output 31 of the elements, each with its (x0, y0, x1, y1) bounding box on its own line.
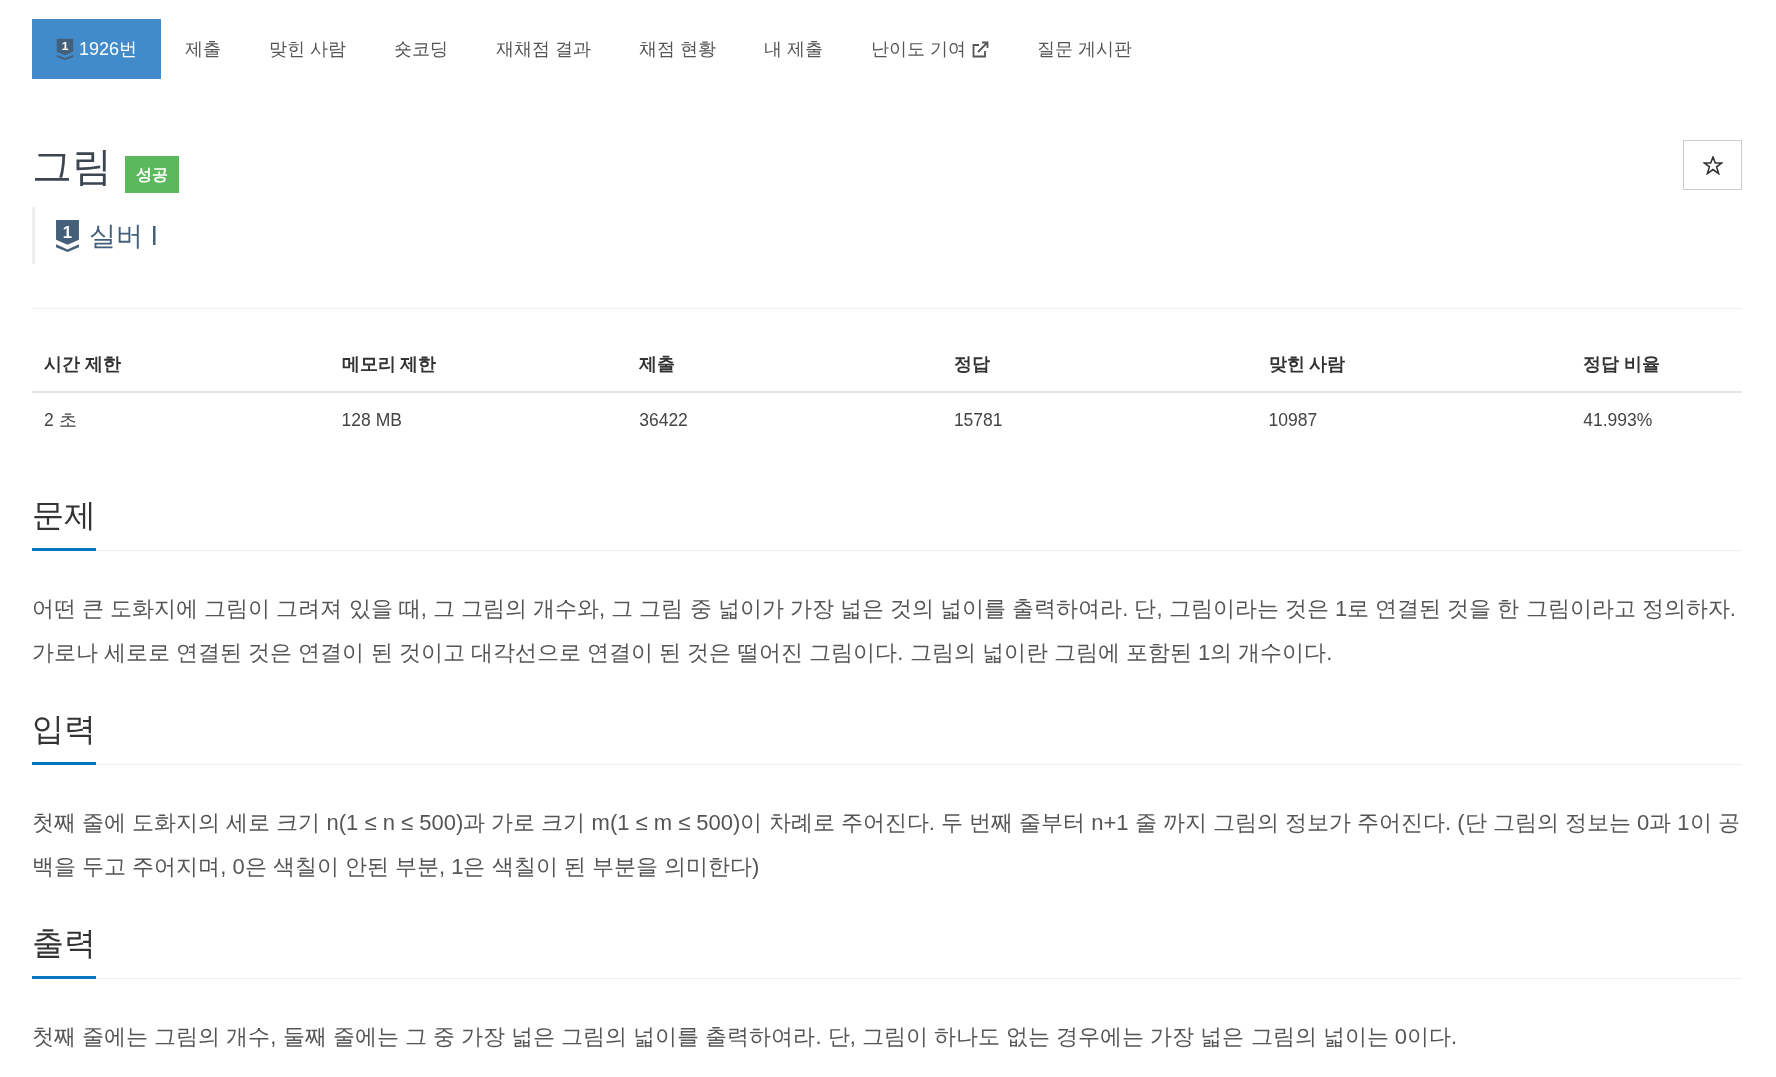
favorite-button[interactable] (1683, 140, 1742, 190)
nav-tab[interactable]: 난이도 기여 (847, 19, 1014, 79)
table-cell: 41.993% (1571, 392, 1742, 447)
nav-tab[interactable]: 제출 (161, 19, 246, 79)
nav-tab[interactable]: 질문 게시판 (1013, 19, 1157, 79)
section-text: 어떤 큰 도화지에 그림이 그려져 있을 때, 그 그림의 개수와, 그 그림 중 넓이가 가장 넓은 것의 넓이를 출력하여라. 단, 그림이라는 것은 1로 연결된 것을 한 그림이라고 정의하자. 가로나 세로로 연결된 것은 연결이 된 것이고 대각선으로 연결이 된 것은 떨어진 그림이다. 그림의 넓이란 그림에 포함된 1의 개수이다. (32, 595, 1737, 667)
column-header: 정답 비율 (1571, 337, 1742, 392)
nav-tab[interactable]: 맞힌 사람 (245, 19, 371, 79)
column-header: 시간 제한 (32, 337, 330, 392)
column-header: 맞힌 사람 (1256, 337, 1572, 392)
section-heading: 입력 (32, 709, 96, 765)
nav-tab[interactable]: 채점 현황 (615, 19, 741, 79)
section-heading: 출력 (32, 923, 96, 979)
nav-tab[interactable]: 1 1926번 (32, 19, 162, 79)
nav-tab[interactable]: 재채점 결과 (472, 19, 616, 79)
table-cell: 36422 (627, 392, 942, 447)
table-cell: 128 MB (329, 392, 628, 447)
nav-tab[interactable]: 숏코딩 (370, 19, 473, 79)
column-header: 정답 (941, 337, 1257, 392)
column-header: 메모리 제한 (329, 337, 628, 392)
table-cell: 10987 (1256, 392, 1572, 447)
table-cell: 15781 (941, 392, 1257, 447)
tier-label: 실버 I (89, 219, 158, 253)
section-text: 첫째 줄에 도화지의 세로 크기 n(1 ≤ n ≤ 500)과 가로 크기 m(1 ≤ m ≤ 500)이 차례로 주어진다. 두 번째 줄부터 n+1 줄 까지 그림의 정보가 주어진다. (단 그림의 정보는 0과 1이 공백을 두고 주어지며, 0은 색칠이 안된 부분, 1은 색칠이 된 부분을 의미한다) (32, 809, 1741, 881)
status-badge: 성공 (125, 156, 179, 193)
problem-title: 그림 (32, 144, 112, 188)
table-cell: 2 초 (32, 392, 330, 447)
section-heading: 문제 (32, 495, 96, 551)
column-header: 제출 (627, 337, 942, 392)
nav-tab[interactable]: 내 제출 (740, 19, 848, 79)
section-text: 첫째 줄에는 그림의 개수, 둘째 줄에는 그 중 가장 넓은 그림의 넓이를 출력하여라. 단, 그림이 하나도 없는 경우에는 가장 넓은 그림의 넓이는 0이다. (32, 1023, 1459, 1051)
